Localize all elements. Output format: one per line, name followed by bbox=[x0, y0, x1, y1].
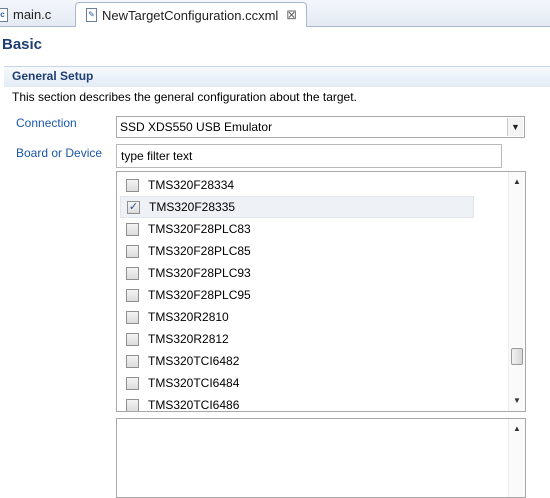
device-details-box[interactable]: ▲ bbox=[116, 418, 526, 498]
device-checkbox[interactable] bbox=[126, 266, 139, 280]
scrollbar-thumb[interactable] bbox=[511, 348, 523, 365]
device-list-scrollbar[interactable]: ▲ ▼ bbox=[508, 172, 525, 411]
device-checkbox[interactable] bbox=[126, 376, 139, 390]
device-checkbox[interactable] bbox=[126, 310, 139, 324]
device-name: TMS320TCI6482 bbox=[148, 354, 240, 368]
device-list-item[interactable]: TMS320R2812 bbox=[117, 328, 508, 350]
details-scrollbar[interactable]: ▲ bbox=[508, 419, 525, 497]
device-name: TMS320F28PLC83 bbox=[148, 222, 251, 236]
device-checkbox[interactable] bbox=[126, 244, 139, 258]
device-name: TMS320R2810 bbox=[148, 310, 229, 324]
connection-label: Connection bbox=[16, 116, 77, 130]
c-file-icon: c bbox=[0, 7, 8, 22]
device-checkbox[interactable] bbox=[126, 288, 139, 302]
device-list-item[interactable]: ✓ TMS320F28335 bbox=[120, 196, 474, 218]
device-checkbox[interactable] bbox=[126, 398, 139, 411]
section-description: This section describes the general confi… bbox=[12, 90, 357, 104]
device-list-item[interactable]: TMS320F28PLC85 bbox=[117, 240, 508, 262]
tab-new-target-configuration[interactable]: ✎ NewTargetConfiguration.ccxml ⊠ bbox=[75, 2, 307, 27]
device-list-item[interactable]: TMS320F28PLC83 bbox=[117, 218, 508, 240]
board-or-device-label: Board or Device bbox=[16, 146, 103, 160]
general-setup-section-header[interactable]: General Setup bbox=[4, 66, 550, 87]
device-name: TMS320F28PLC93 bbox=[148, 266, 251, 280]
device-list[interactable]: TMS320F28334 ✓ TMS320F28335 TMS320F28PLC83 T… bbox=[116, 171, 526, 412]
device-checkbox[interactable] bbox=[126, 178, 139, 192]
page-title: Basic bbox=[2, 36, 43, 53]
device-list-item[interactable]: TMS320TCI6484 bbox=[117, 372, 508, 394]
connection-select[interactable]: SSD XDS550 USB Emulator ▼ bbox=[116, 116, 525, 138]
device-checkbox-checked[interactable]: ✓ bbox=[127, 200, 140, 214]
device-list-item[interactable]: TMS320R2810 bbox=[117, 306, 508, 328]
close-tab-icon[interactable]: ⊠ bbox=[286, 7, 297, 23]
scroll-up-icon[interactable]: ▲ bbox=[509, 421, 525, 437]
connection-value: SSD XDS550 USB Emulator bbox=[120, 120, 273, 134]
device-checkbox[interactable] bbox=[126, 332, 139, 346]
scroll-up-icon[interactable]: ▲ bbox=[509, 174, 525, 190]
device-filter-input[interactable]: type filter text bbox=[116, 144, 502, 168]
device-list-item[interactable]: TMS320F28PLC95 bbox=[117, 284, 508, 306]
device-name: TMS320F28334 bbox=[148, 178, 235, 192]
tab-label: NewTargetConfiguration.ccxml bbox=[102, 7, 279, 23]
tab-label: main.c bbox=[13, 7, 52, 22]
dropdown-arrow-icon[interactable]: ▼ bbox=[507, 118, 523, 136]
tab-main-c[interactable]: c main.c bbox=[0, 2, 75, 27]
device-list-item[interactable]: TMS320F28PLC93 bbox=[117, 262, 508, 284]
device-name: TMS320TCI6486 bbox=[148, 398, 240, 412]
device-list-item[interactable]: TMS320F28334 bbox=[117, 174, 508, 196]
device-checkbox[interactable] bbox=[126, 354, 139, 368]
device-checkbox[interactable] bbox=[126, 222, 139, 236]
device-name: TMS320R2812 bbox=[148, 332, 229, 346]
device-list-item[interactable]: TMS320TCI6486 bbox=[117, 394, 508, 412]
device-list-item[interactable]: TMS320TCI6482 bbox=[117, 350, 508, 372]
editor-tab-bar: c main.c ✎ NewTargetConfiguration.ccxml … bbox=[0, 0, 550, 27]
scroll-down-icon[interactable]: ▼ bbox=[509, 393, 525, 409]
xml-file-icon: ✎ bbox=[86, 8, 97, 22]
section-title: General Setup bbox=[12, 69, 94, 83]
device-name: TMS320F28335 bbox=[149, 200, 236, 214]
device-name: TMS320F28PLC95 bbox=[148, 288, 251, 302]
device-name: TMS320F28PLC85 bbox=[148, 244, 251, 258]
device-name: TMS320TCI6484 bbox=[148, 376, 240, 390]
